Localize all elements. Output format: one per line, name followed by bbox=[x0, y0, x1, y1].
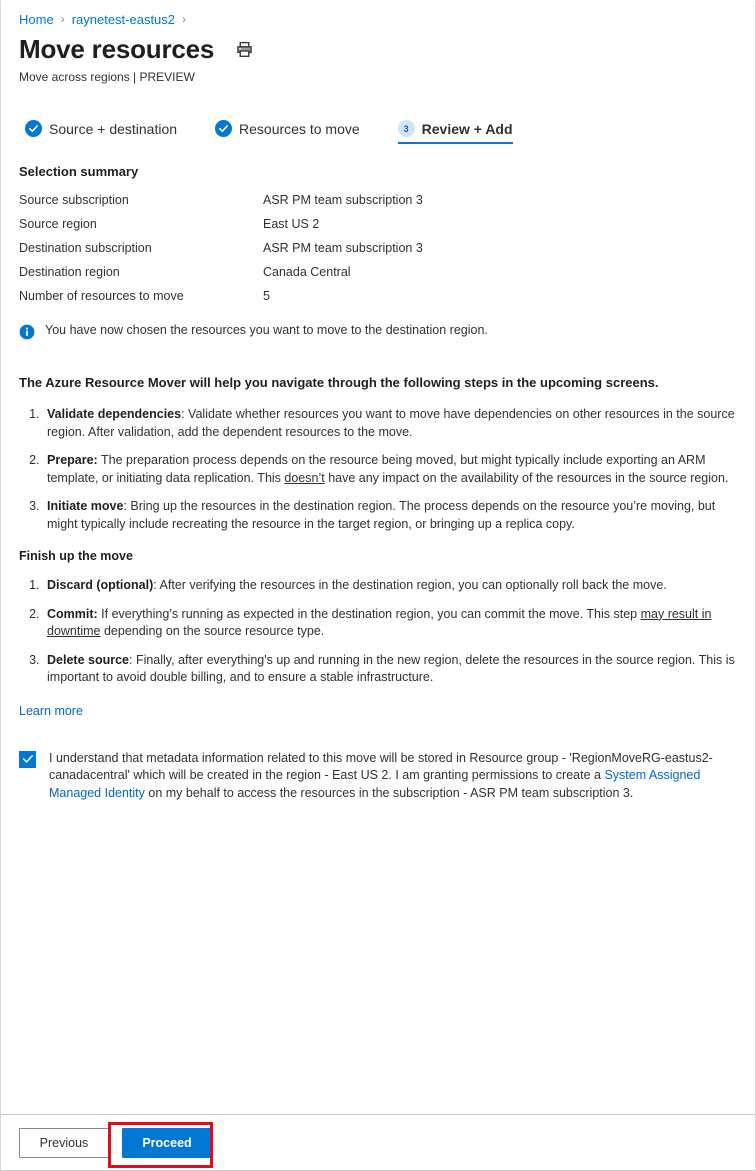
step-text-commit-before: If everything’s running as expected in t… bbox=[97, 606, 641, 621]
learn-more-row: Learn more bbox=[19, 687, 737, 720]
summary-row-source-subscription: Source subscription ASR PM team subscrip… bbox=[19, 188, 737, 212]
step-text-commit-after: depending on the source resource type. bbox=[100, 624, 325, 638]
list-item-commit: Commit: If everything’s running as expec… bbox=[43, 606, 737, 641]
summary-value-source-subscription: ASR PM team subscription 3 bbox=[263, 193, 423, 207]
breadcrumb: Home › raynetest-eastus2 › bbox=[19, 1, 737, 31]
step-text-prepare-after: have any impact on the availability of t… bbox=[324, 470, 729, 485]
proceed-button[interactable]: Proceed bbox=[122, 1127, 212, 1158]
summary-label-number-of-resources: Number of resources to move bbox=[19, 289, 184, 303]
breadcrumb-item-home[interactable]: Home bbox=[19, 12, 54, 27]
summary-row-destination-region: Destination region Canada Central bbox=[19, 260, 737, 284]
step-term-prepare: Prepare: bbox=[47, 453, 98, 467]
check-circle-icon-2 bbox=[215, 120, 233, 137]
summary-label-destination-region: Destination region bbox=[19, 265, 120, 279]
tab-label-review-add: Review + Add bbox=[421, 120, 513, 137]
list-item-prepare: Prepare: The preparation process depends… bbox=[43, 452, 737, 487]
summary-value-number-of-resources: 5 bbox=[263, 289, 270, 303]
consent-checkbox[interactable] bbox=[19, 750, 36, 768]
info-message: You have now chosen the resources you wa… bbox=[19, 323, 737, 340]
page-subtitle: Move across regions | PREVIEW bbox=[19, 70, 195, 84]
title-row: Move resources bbox=[19, 34, 737, 64]
lead-paragraph: The Azure Resource Mover will help you n… bbox=[19, 375, 659, 390]
step-term-initiate: Initiate move bbox=[47, 499, 124, 513]
finish-steps-list: Discard (optional): After verifying the … bbox=[19, 577, 737, 687]
upcoming-steps-list: Validate dependencies: Validate whether … bbox=[19, 406, 737, 533]
learn-more-link[interactable]: Learn more bbox=[19, 704, 83, 718]
consent-text: I understand that metadata information r… bbox=[49, 750, 737, 803]
finish-up-heading: Finish up the move bbox=[19, 549, 133, 563]
consent-row: I understand that metadata information r… bbox=[19, 750, 737, 803]
breadcrumb-separator-icon: › bbox=[60, 12, 65, 26]
info-icon bbox=[19, 324, 35, 340]
info-message-text: You have now chosen the resources you wa… bbox=[45, 323, 488, 337]
page-content: Home › raynetest-eastus2 › Move resource… bbox=[1, 1, 755, 802]
step-number-badge: 3 bbox=[397, 120, 415, 137]
tab-resources-to-move[interactable]: Resources to move bbox=[215, 120, 360, 144]
summary-row-source-region: Source region East US 2 bbox=[19, 212, 737, 236]
summary-value-source-region: East US 2 bbox=[263, 217, 320, 231]
summary-row-number-of-resources: Number of resources to move 5 bbox=[19, 284, 737, 308]
step-term-commit: Commit: bbox=[47, 606, 98, 621]
step-text-delete: Finally, after everything's up and runni… bbox=[47, 652, 735, 685]
consent-text-part-2: on my behalf to access the resources in … bbox=[144, 785, 634, 800]
list-item-discard: Discard (optional): After verifying the … bbox=[43, 577, 737, 595]
summary-value-destination-subscription: ASR PM team subscription 3 bbox=[263, 241, 423, 255]
step-text-initiate: Bring up the resources in the destinatio… bbox=[47, 499, 716, 531]
summary-label-source-subscription: Source subscription bbox=[19, 193, 129, 207]
tab-source-destination[interactable]: Source + destination bbox=[25, 120, 177, 144]
step-text-discard: After verifying the resources in the des… bbox=[156, 578, 667, 592]
previous-button[interactable]: Previous bbox=[19, 1127, 109, 1158]
summary-label-destination-subscription: Destination subscription bbox=[19, 241, 152, 255]
breadcrumb-separator-icon-2: › bbox=[182, 12, 187, 26]
tab-label-source-destination: Source + destination bbox=[49, 120, 178, 137]
tab-label-resources-to-move: Resources to move bbox=[239, 120, 360, 137]
list-item-delete-source: Delete source: Finally, after everything… bbox=[43, 652, 737, 687]
summary-row-destination-subscription: Destination subscription ASR PM team sub… bbox=[19, 236, 737, 260]
tab-review-add[interactable]: 3 Review + Add bbox=[397, 120, 513, 144]
selection-summary-heading: Selection summary bbox=[19, 164, 139, 179]
step-text-prepare-underlined: doesn’t bbox=[284, 470, 325, 485]
move-resources-page: Home › raynetest-eastus2 › Move resource… bbox=[0, 0, 756, 1171]
summary-value-destination-region: Canada Central bbox=[263, 265, 351, 279]
check-circle-icon bbox=[25, 120, 42, 137]
proceed-button-wrap: Proceed bbox=[122, 1127, 212, 1158]
print-icon[interactable] bbox=[232, 37, 256, 61]
summary-label-source-region: Source region bbox=[19, 217, 97, 231]
step-term-discard: Discard (optional) bbox=[47, 578, 154, 592]
list-item-initiate-move: Initiate move: Bring up the resources in… bbox=[43, 498, 737, 533]
step-term-validate: Validate dependencies bbox=[47, 407, 182, 421]
page-title: Move resources bbox=[19, 34, 215, 64]
list-item-validate-dependencies: Validate dependencies: Validate whether … bbox=[43, 406, 737, 441]
wizard-tabs: Source + destination Resources to move 3… bbox=[19, 112, 737, 144]
footer-action-bar: Previous Proceed bbox=[1, 1114, 755, 1171]
breadcrumb-item-resource-group[interactable]: raynetest-eastus2 bbox=[72, 12, 175, 27]
step-term-delete: Delete source bbox=[47, 652, 129, 667]
